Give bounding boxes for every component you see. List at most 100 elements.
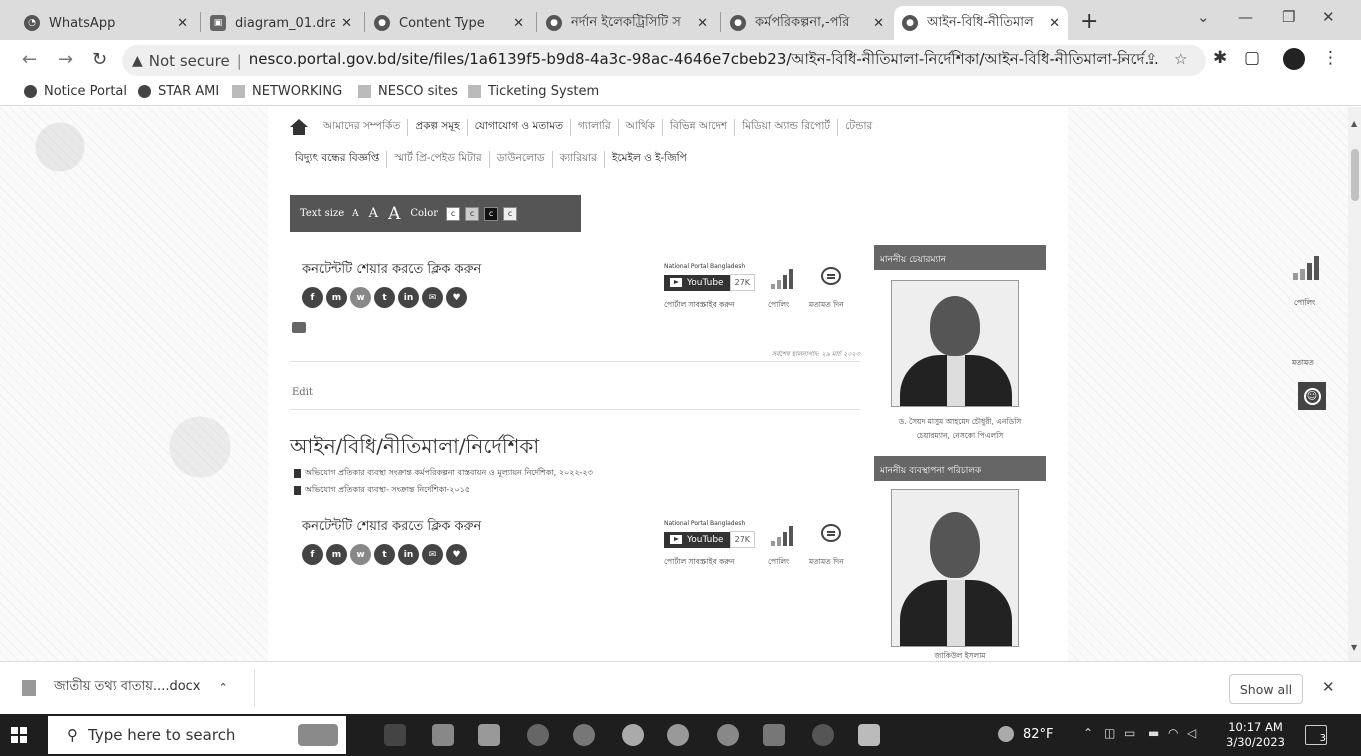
extensions-icon[interactable]: ✱ (1213, 48, 1227, 68)
linkedin-icon[interactable]: in (398, 544, 419, 565)
word-icon[interactable] (858, 724, 880, 746)
wifi-icon[interactable]: ◠ (1168, 726, 1178, 740)
youtube-subscribe[interactable]: YouTube 27K (664, 274, 756, 291)
document-link[interactable]: অভিযোগ প্রতিকার ব্যবস্থা- সংক্রান্ত নির্… (294, 484, 470, 497)
side-polling-label[interactable]: পোলিং (1294, 298, 1315, 310)
url-text[interactable]: nesco.portal.gov.bd/site/files/1a6139f5-… (249, 48, 1206, 73)
twitter-icon[interactable]: t (374, 287, 395, 308)
menu-icon[interactable]: ⋮ (1322, 48, 1339, 68)
feedback-label[interactable]: মতামত দিন (809, 300, 844, 312)
color-option-button[interactable]: c (446, 206, 461, 221)
tab-content-type[interactable]: ● Content Type ✕ (366, 6, 532, 40)
polling-icon[interactable] (771, 526, 793, 546)
chevron-up-icon[interactable]: ⌃ (219, 681, 228, 694)
download-filename[interactable]: জাতীয় তথ্য বাতায়....docx (54, 677, 201, 698)
email-icon[interactable]: ✉ (422, 287, 443, 308)
twitter-icon[interactable]: t (374, 544, 395, 565)
scroll-up-icon[interactable]: ▲ (1351, 119, 1357, 128)
task-view-icon[interactable] (384, 724, 406, 746)
security-label[interactable]: Not secure (149, 52, 230, 70)
show-all-button[interactable]: Show all (1229, 674, 1303, 704)
menu-item[interactable]: আর্থিক (619, 118, 663, 136)
linkedin-icon[interactable]: in (398, 287, 419, 308)
close-icon[interactable]: ✕ (341, 16, 352, 31)
menu-item[interactable]: বিদ্যুৎ বন্ধের বিজ্ঞপ্তি (288, 150, 388, 168)
close-icon[interactable]: ✕ (873, 16, 884, 31)
back-button[interactable]: ← (22, 49, 37, 70)
app-icon[interactable] (812, 724, 834, 746)
more-share-icon[interactable]: ♥ (446, 287, 467, 308)
bookmark-networking[interactable]: NETWORKING (232, 84, 342, 99)
menu-item[interactable]: মিডিয়া অ্যান্ড রিপোর্ট (735, 118, 839, 136)
notification-icon[interactable]: 3 (1305, 725, 1327, 745)
feedback-icon[interactable] (821, 267, 841, 285)
polling-icon[interactable] (771, 269, 793, 289)
menu-item[interactable]: ইমেইল ও ই-জিপি (605, 151, 694, 168)
network-icon[interactable]: ◫ (1104, 726, 1115, 740)
menu-item[interactable]: গ্যালারি (571, 118, 619, 136)
text-size-medium-button[interactable]: A (369, 206, 378, 221)
bookmark-star-icon[interactable]: ☆ (1174, 50, 1187, 68)
search-highlight-icon[interactable] (298, 724, 338, 746)
chevron-up-icon[interactable]: ⌃ (1083, 726, 1093, 740)
close-icon[interactable]: ✕ (1322, 678, 1335, 696)
menu-item[interactable]: স্মার্ট প্রি-পেইড মিটার (387, 150, 490, 168)
app-icon[interactable] (573, 724, 595, 746)
print-icon[interactable] (292, 322, 306, 333)
close-icon[interactable]: ✕ (1049, 16, 1060, 31)
document-title[interactable]: অভিযোগ প্রতিকার ব্যবস্থা- সংক্রান্ত নির্… (305, 484, 470, 497)
bookmark-star-ami[interactable]: STAR AMI (138, 84, 219, 99)
close-icon[interactable]: ✕ (177, 16, 188, 31)
whatsapp-share-icon[interactable]: w (350, 544, 371, 565)
windows-start-icon[interactable] (11, 727, 27, 743)
tab-whatsapp[interactable]: ◔ WhatsApp ✕ (16, 6, 196, 40)
youtube-button[interactable]: YouTube (664, 531, 730, 548)
scrollbar-thumb[interactable] (1351, 149, 1359, 201)
feedback-label[interactable]: মতামত দিন (809, 557, 844, 569)
bookmark-notice-portal[interactable]: Notice Portal (24, 84, 127, 99)
accessibility-button[interactable]: ☺ (1298, 382, 1326, 410)
chrome-icon[interactable] (667, 724, 689, 746)
email-icon[interactable]: ✉ (422, 544, 443, 565)
bookmark-nesco-sites[interactable]: NESCO sites (358, 84, 458, 99)
forward-button[interactable]: → (58, 49, 73, 70)
edit-link[interactable]: Edit (292, 387, 313, 398)
whatsapp-share-icon[interactable]: w (350, 287, 371, 308)
side-feedback-label[interactable]: মতামত (1292, 358, 1314, 370)
menu-item[interactable]: যোগাযোগ ও মতামত (468, 118, 571, 136)
volume-icon[interactable]: ◁ (1187, 726, 1196, 740)
new-tab-button[interactable]: + (1080, 9, 1098, 34)
more-share-icon[interactable]: ♥ (446, 544, 467, 565)
reload-button[interactable]: ↻ (92, 49, 107, 70)
youtube-subscribe[interactable]: YouTube 27K (664, 531, 756, 548)
menu-item[interactable]: ডাউনলোড (490, 150, 553, 168)
tab-active-law-rules[interactable]: ● আইন-বিধি-নীতিমাল ✕ (894, 6, 1068, 40)
home-icon[interactable] (288, 119, 310, 135)
zoom-icon[interactable]: ⌕ (1117, 50, 1125, 68)
side-polling-icon[interactable] (1293, 256, 1327, 280)
side-panel-icon[interactable]: ▢ (1244, 48, 1260, 68)
menu-item[interactable]: ক্যারিয়ার (553, 150, 605, 168)
display-icon[interactable]: ▭ (1124, 726, 1135, 740)
polling-label[interactable]: পোলিং (768, 300, 789, 312)
tab-work-plan[interactable]: ● কর্মপরিকল্পনা,-পরি ✕ (722, 6, 892, 40)
subscribe-label[interactable]: পোর্টাল সাবস্ক্রাইব করুন (664, 557, 735, 569)
edge-icon[interactable] (622, 724, 644, 746)
mail-icon[interactable] (478, 724, 500, 746)
facebook-icon[interactable]: f (302, 544, 323, 565)
address-bar[interactable]: ▲ Not secure | nesco.portal.gov.bd/site/… (122, 45, 1206, 76)
scroll-down-icon[interactable]: ▼ (1351, 643, 1357, 652)
subscribe-label[interactable]: পোর্টাল সাবস্ক্রাইব করুন (664, 300, 735, 312)
text-size-large-button[interactable]: A (388, 204, 400, 224)
menu-item[interactable]: বিভিন্ন আদেশ (663, 118, 736, 136)
warning-icon[interactable]: ▲ (132, 53, 143, 69)
close-icon[interactable]: ✕ (513, 16, 524, 31)
minimize-button[interactable]: — (1238, 8, 1253, 26)
search-placeholder[interactable]: Type here to search (88, 726, 235, 744)
polling-label[interactable]: পোলিং (768, 557, 789, 569)
document-link[interactable]: অভিযোগ প্রতিকার ব্যবস্থা সংক্রান্ত কর্মপ… (294, 467, 593, 480)
messenger-icon[interactable]: m (326, 544, 347, 565)
tab-search-icon[interactable]: ⌄ (1197, 8, 1210, 26)
clock[interactable]: 10:17 AM 3/30/2023 (1226, 720, 1285, 750)
close-window-button[interactable]: ✕ (1322, 8, 1335, 26)
